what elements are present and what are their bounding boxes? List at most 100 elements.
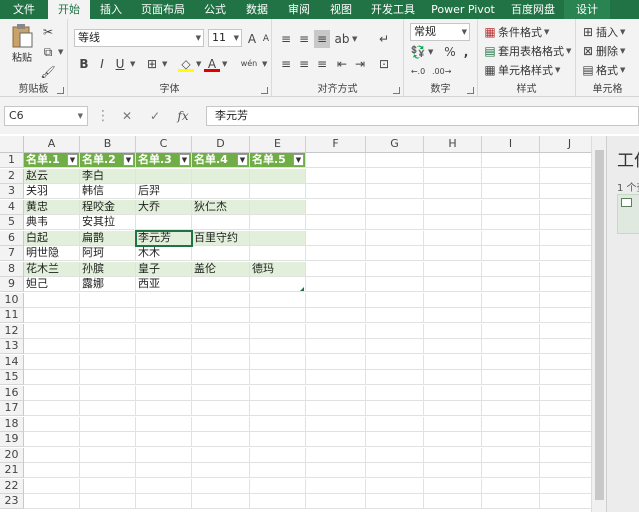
grid-cell[interactable] [24,385,80,401]
table-cell[interactable]: 百里守约 [192,230,250,246]
number-format-combo[interactable]: 常规 ▼ [410,23,470,41]
worksheet-grid[interactable]: A B C D E F G H I J 1 名单.1 ▼ 名单.2 ▼ 名单.3 ▼ 名单.4 ▼ 名单.5 ▼ 2 赵云李… [0,136,606,512]
grid-cell[interactable] [482,184,540,199]
grid-cell[interactable] [366,168,424,184]
grid-cell[interactable] [482,308,540,323]
align-top-button[interactable]: ≡ [278,30,294,48]
insert-function-button[interactable]: fx [172,106,194,126]
font-color-button[interactable]: A ▼ [204,55,227,73]
grid-cell[interactable] [424,199,482,215]
table-header-cell[interactable]: 名单.5 ▼ [250,153,306,168]
grid-cell[interactable] [482,168,540,184]
filter-dropdown-icon[interactable]: ▼ [67,154,78,166]
grid-cell[interactable] [80,370,136,385]
grid-cell[interactable] [366,478,424,494]
grid-cell[interactable] [424,354,482,370]
grid-cell[interactable] [24,478,80,494]
grid-cell[interactable] [424,370,482,385]
grid-cell[interactable] [192,339,250,354]
grid-cell[interactable] [80,401,136,416]
align-left-button[interactable]: ≡ [278,55,294,73]
grid-cell[interactable] [136,292,192,308]
table-cell[interactable] [250,168,306,184]
grid-cell[interactable] [80,323,136,339]
tab-0[interactable]: 文件 [0,0,48,19]
grid-cell[interactable] [482,323,540,339]
grid-cell[interactable] [136,478,192,494]
grid-cell[interactable] [366,416,424,432]
grid-cell[interactable] [80,463,136,478]
grid-cell[interactable] [424,292,482,308]
grid-cell[interactable] [306,215,366,230]
grid-cell[interactable] [192,478,250,494]
grid-cell[interactable] [250,432,306,447]
grid-cell[interactable] [424,246,482,261]
grid-cell[interactable] [24,463,80,478]
grid-cell[interactable] [424,323,482,339]
grid-cell[interactable] [306,153,366,168]
row-header-22[interactable]: 22 [0,478,24,494]
cell-styles-button[interactable]: ▦ 单元格样式 ▼ [482,61,560,79]
font-launcher[interactable] [261,87,268,94]
italic-button[interactable]: I [94,55,110,73]
format-as-table-button[interactable]: ▤ 套用表格格式 ▼ [482,42,571,60]
grid-cell[interactable] [306,339,366,354]
cancel-entry-button[interactable]: ✕ [116,106,138,126]
tab-5[interactable]: 数据 [236,0,278,19]
grid-cell[interactable] [366,308,424,323]
grid-cell[interactable] [80,385,136,401]
percent-button[interactable]: % [442,43,458,61]
grid-cell[interactable] [366,447,424,463]
grid-cell[interactable] [482,478,540,494]
grid-cell[interactable] [136,339,192,354]
grid-cell[interactable] [482,153,540,168]
grid-cell[interactable] [250,292,306,308]
grid-cell[interactable] [192,323,250,339]
grid-cell[interactable] [24,323,80,339]
table-cell[interactable]: 盖伦 [192,261,250,277]
tab-1[interactable]: 开始 [48,0,90,19]
column-header-F[interactable]: F [306,136,366,153]
tab-7[interactable]: 视图 [320,0,362,19]
grid-cell[interactable] [424,432,482,447]
grid-cell[interactable] [24,354,80,370]
grid-cell[interactable] [366,323,424,339]
tab-2[interactable]: 插入 [90,0,132,19]
table-cell[interactable]: 程咬金 [80,199,136,215]
table-cell[interactable] [192,215,250,230]
grid-cell[interactable] [80,308,136,323]
grid-cell[interactable] [250,308,306,323]
grid-cell[interactable] [424,153,482,168]
column-header-H[interactable]: H [424,136,482,153]
table-cell[interactable] [250,277,306,292]
format-painter-button[interactable]: 🖌 [40,63,56,81]
grid-cell[interactable] [136,432,192,447]
row-header-21[interactable]: 21 [0,463,24,478]
table-cell[interactable]: 白起 [24,230,80,246]
table-resize-handle[interactable] [300,286,304,291]
grid-cell[interactable] [250,463,306,478]
grid-cell[interactable] [306,277,366,292]
grid-cell[interactable] [24,370,80,385]
table-cell[interactable]: 扁鹊 [80,230,136,246]
row-header-16[interactable]: 16 [0,385,24,401]
format-cells-button[interactable]: ▤ 格式 ▼ [580,61,625,79]
grid-cell[interactable] [482,339,540,354]
grid-cell[interactable] [24,401,80,416]
grid-cell[interactable] [424,184,482,199]
grid-cell[interactable] [136,401,192,416]
grid-cell[interactable] [24,292,80,308]
grid-cell[interactable] [24,432,80,447]
grid-cell[interactable] [366,277,424,292]
grid-cell[interactable] [366,261,424,277]
grid-cell[interactable] [136,447,192,463]
grid-cell[interactable] [482,230,540,246]
table-cell[interactable]: 后羿 [136,184,192,199]
row-header-13[interactable]: 13 [0,339,24,354]
grid-cell[interactable] [306,370,366,385]
grid-cell[interactable] [482,370,540,385]
grid-cell[interactable] [136,370,192,385]
paste-button[interactable]: 粘贴 [8,23,36,69]
filter-dropdown-icon[interactable]: ▼ [123,154,134,166]
grid-cell[interactable] [306,432,366,447]
